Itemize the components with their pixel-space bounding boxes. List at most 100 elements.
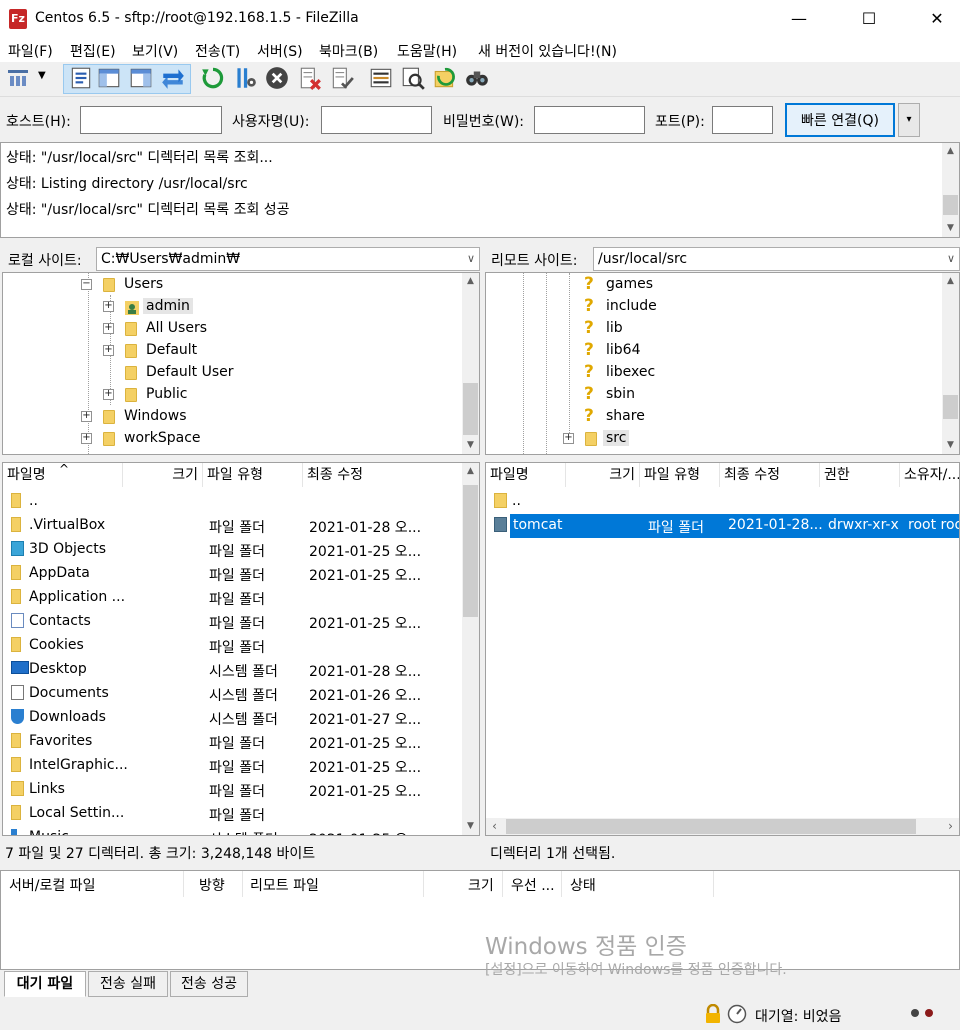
compare-icon[interactable] xyxy=(400,64,426,92)
local-file-row[interactable]: Favorites 파일 폴더 2021-01-25 오... xyxy=(3,730,463,754)
remote-path-input[interactable]: /usr/local/src ∨ xyxy=(593,247,960,271)
toggle-queue-icon[interactable] xyxy=(160,64,186,92)
tree-node-all-users[interactable]: + All Users xyxy=(103,318,403,340)
scroll-thumb[interactable] xyxy=(506,819,916,834)
username-input[interactable] xyxy=(321,106,432,134)
tree-node-workspace[interactable]: + workSpace xyxy=(81,428,381,450)
remote-file-row[interactable]: .. xyxy=(486,490,959,514)
tree-node-libexec[interactable]: ? libexec xyxy=(582,362,832,384)
process-queue-icon[interactable] xyxy=(232,64,258,92)
port-input[interactable] xyxy=(712,106,773,134)
local-file-row[interactable]: IntelGraphic... 파일 폴더 2021-01-25 오... xyxy=(3,754,463,778)
chevron-down-icon[interactable]: ∨ xyxy=(947,248,955,270)
tab-queued-files[interactable]: 대기 파일 xyxy=(4,971,86,997)
local-path-input[interactable]: C:₩Users₩admin₩ ∨ xyxy=(96,247,480,271)
expand-icon[interactable]: + xyxy=(81,411,92,422)
queue-col-status[interactable]: 상태 xyxy=(570,875,596,895)
col-size[interactable]: 크기 xyxy=(566,463,640,487)
tree-node-sbin[interactable]: ? sbin xyxy=(582,384,832,406)
cancel-icon[interactable] xyxy=(264,64,290,92)
local-file-row[interactable]: Downloads 시스템 폴더 2021-01-27 오... xyxy=(3,706,463,730)
quickconnect-dropdown[interactable]: ▾ xyxy=(898,103,920,137)
minimize-button[interactable]: — xyxy=(776,0,822,38)
scroll-down-icon[interactable]: ▼ xyxy=(942,437,959,454)
queue-col-direction[interactable]: 방향 xyxy=(199,875,225,895)
sync-browse-icon[interactable] xyxy=(432,64,458,92)
close-button[interactable]: ✕ xyxy=(914,0,960,38)
log-scrollbar[interactable]: ▲ ▼ xyxy=(942,143,959,237)
tree-node-default[interactable]: + Default xyxy=(103,340,403,362)
queue-col-size[interactable]: 크기 xyxy=(468,875,494,895)
scroll-right-icon[interactable]: › xyxy=(942,818,959,835)
menu-server[interactable]: 서버(S) xyxy=(257,41,303,61)
menu-edit[interactable]: 편집(E) xyxy=(70,41,116,61)
scroll-down-icon[interactable]: ▼ xyxy=(462,818,479,835)
queue-col-remote-file[interactable]: 리모트 파일 xyxy=(250,875,319,895)
toggle-remote-tree-icon[interactable] xyxy=(128,64,154,92)
disconnect-icon[interactable] xyxy=(297,64,323,92)
remote-list-hscrollbar[interactable]: ‹ › xyxy=(486,818,959,835)
menu-new-version[interactable]: 새 버전이 있습니다!(N) xyxy=(478,41,617,61)
tab-successful-transfers[interactable]: 전송 성공 xyxy=(170,971,248,997)
local-file-row[interactable]: Contacts 파일 폴더 2021-01-25 오... xyxy=(3,610,463,634)
col-modified[interactable]: 최종 수정 xyxy=(720,463,820,487)
speed-limit-icon[interactable] xyxy=(727,1004,747,1024)
local-file-row[interactable]: 3D Objects 파일 폴더 2021-01-25 오... xyxy=(3,538,463,562)
scroll-up-icon[interactable]: ▲ xyxy=(942,143,959,160)
scroll-thumb[interactable] xyxy=(943,195,958,215)
scroll-thumb[interactable] xyxy=(943,395,958,419)
scroll-down-icon[interactable]: ▼ xyxy=(462,437,479,454)
local-file-row[interactable]: Cookies 파일 폴더 xyxy=(3,634,463,658)
tree-node-games[interactable]: ? games xyxy=(582,274,832,296)
local-file-row[interactable]: .. xyxy=(3,490,463,514)
tree-node-include[interactable]: ? include xyxy=(582,296,832,318)
tree-node-public[interactable]: + Public xyxy=(103,384,403,406)
toggle-log-icon[interactable] xyxy=(68,64,94,92)
menu-file[interactable]: 파일(F) xyxy=(8,41,53,61)
menu-transfer[interactable]: 전송(T) xyxy=(195,41,240,61)
chevron-down-icon[interactable]: ∨ xyxy=(467,248,475,270)
local-file-row[interactable]: AppData 파일 폴더 2021-01-25 오... xyxy=(3,562,463,586)
scroll-thumb[interactable] xyxy=(463,485,478,617)
search-icon[interactable] xyxy=(464,64,490,92)
tab-failed-transfers[interactable]: 전송 실패 xyxy=(88,971,168,997)
scroll-up-icon[interactable]: ▲ xyxy=(462,463,479,480)
menu-help[interactable]: 도움말(H) xyxy=(397,41,457,61)
local-file-row[interactable]: .VirtualBox 파일 폴더 2021-01-28 오... xyxy=(3,514,463,538)
local-file-row[interactable]: Application ... 파일 폴더 xyxy=(3,586,463,610)
tree-node-src[interactable]: + src xyxy=(563,428,813,450)
directory-filter-icon[interactable] xyxy=(368,64,394,92)
scroll-up-icon[interactable]: ▲ xyxy=(942,273,959,290)
remote-file-row[interactable]: tomcat 파일 폴더 2021-01-28... drwxr-xr-x ro… xyxy=(486,514,959,538)
quickconnect-button[interactable]: 빠른 연결(Q) xyxy=(785,103,895,137)
remote-tree-scrollbar[interactable]: ▲ ▼ xyxy=(942,273,959,454)
local-file-row[interactable]: Documents 시스템 폴더 2021-01-26 오... xyxy=(3,682,463,706)
local-file-row[interactable]: Links 파일 폴더 2021-01-25 오... xyxy=(3,778,463,802)
tree-node-default-user[interactable]: Default User xyxy=(103,362,403,384)
password-input[interactable] xyxy=(534,106,645,134)
reconnect-icon[interactable] xyxy=(329,64,355,92)
tree-node-lib64[interactable]: ? lib64 xyxy=(582,340,832,362)
expand-icon[interactable]: + xyxy=(103,389,114,400)
tree-node-admin[interactable]: + admin xyxy=(103,296,403,318)
col-filename[interactable]: 파일명 xyxy=(486,463,566,487)
tree-node-users[interactable]: − Users xyxy=(81,274,381,296)
host-input[interactable] xyxy=(80,106,222,134)
menu-view[interactable]: 보기(V) xyxy=(132,41,178,61)
col-permissions[interactable]: 권한 xyxy=(820,463,900,487)
expand-icon[interactable]: + xyxy=(103,301,114,312)
scroll-down-icon[interactable]: ▼ xyxy=(942,220,959,237)
col-modified[interactable]: 최종 수정 xyxy=(303,463,463,487)
queue-col-local-file[interactable]: 서버/로컬 파일 xyxy=(9,875,95,895)
maximize-button[interactable]: ☐ xyxy=(846,0,892,38)
local-file-row[interactable]: Music 시스템 폴더 2021-01-25 오... xyxy=(3,826,463,835)
col-type[interactable]: 파일 유형 xyxy=(640,463,720,487)
menu-bookmarks[interactable]: 북마크(B) xyxy=(319,41,378,61)
tree-node-share[interactable]: ? share xyxy=(582,406,832,428)
col-owner[interactable]: 소유자/... xyxy=(900,463,959,487)
local-list-scrollbar[interactable]: ▲ ▼ xyxy=(462,463,479,835)
tree-node-windows[interactable]: + Windows xyxy=(81,406,381,428)
col-filename[interactable]: 파일명 ^ xyxy=(3,463,123,487)
scroll-up-icon[interactable]: ▲ xyxy=(462,273,479,290)
col-size[interactable]: 크기 xyxy=(123,463,203,487)
